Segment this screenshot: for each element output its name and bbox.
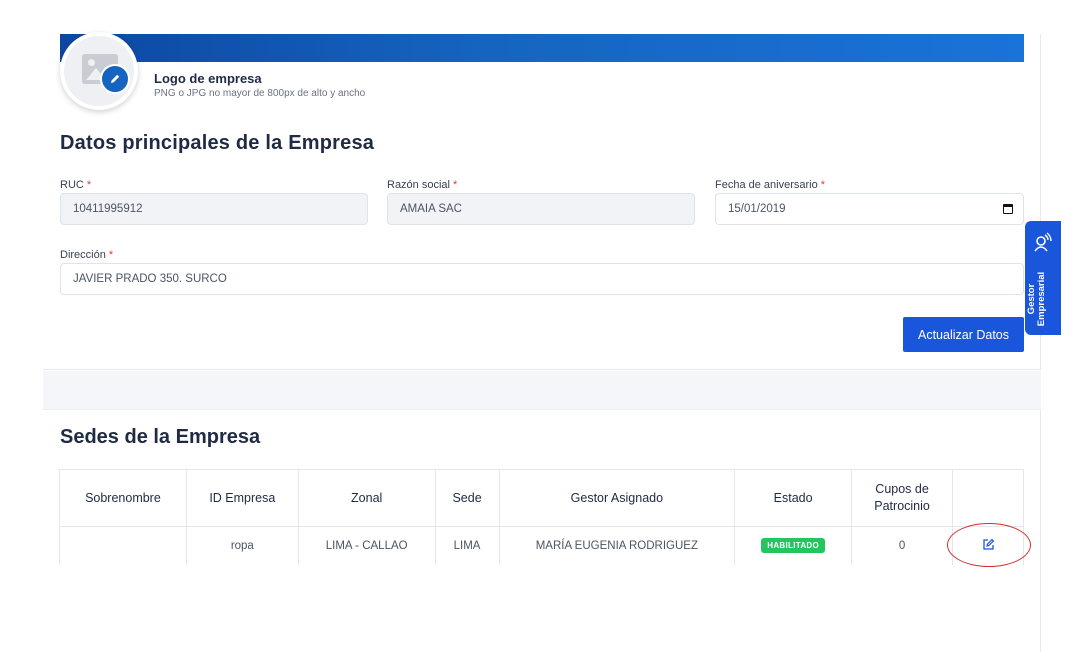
cell-estado: HABILITADO — [734, 526, 853, 565]
direccion-label: Dirección * — [60, 249, 114, 261]
razon-social-label: Razón social * — [387, 179, 458, 191]
logo-subtitle: PNG o JPG no mayor de 800px de alto y an… — [154, 88, 366, 99]
ruc-label: RUC * — [60, 179, 92, 191]
column-header: Sobrenombre — [59, 469, 187, 527]
cell-sobrenombre — [59, 526, 187, 565]
gestor-empresarial-tab[interactable]: Gestor Empresarial — [1025, 221, 1061, 335]
direccion-field[interactable]: JAVIER PRADO 350. SURCO — [60, 263, 1024, 295]
cell-gestor: MARÍA EUGENIA RODRIGUEZ — [498, 526, 736, 565]
table-row: ropa LIMA - CALLAO LIMA MARÍA EUGENIA RO… — [59, 526, 1024, 565]
page: Logo de empresa PNG o JPG no mayor de 80… — [0, 0, 1082, 652]
column-header: Cupos de Patrocinio — [851, 469, 954, 527]
column-header: Sede — [434, 469, 500, 527]
section-title-sedes: Sedes de la Empresa — [60, 426, 261, 448]
cell-sede: LIMA — [434, 526, 500, 565]
header-banner — [60, 34, 1024, 62]
section-separator — [43, 371, 1041, 409]
actualizar-datos-button[interactable]: Actualizar Datos — [903, 317, 1024, 352]
column-header: Gestor Asignado — [498, 469, 736, 527]
column-header: Zonal — [297, 469, 436, 527]
ruc-field[interactable]: 10411995912 — [60, 193, 368, 225]
column-header: ID Empresa — [185, 469, 299, 527]
sedes-table: Sobrenombre ID Empresa Zonal Sede Gestor… — [59, 469, 1024, 565]
cell-id-empresa: ropa — [185, 526, 299, 565]
logo-title: Logo de empresa — [154, 71, 262, 86]
cell-zonal: LIMA - CALLAO — [297, 526, 436, 565]
status-badge: HABILITADO — [761, 538, 825, 554]
section-title-datos: Datos principales de la Empresa — [60, 132, 375, 154]
fecha-value: 15/01/2019 — [728, 203, 786, 215]
fecha-label: Fecha de aniversario * — [715, 179, 826, 191]
column-header — [952, 469, 1024, 527]
column-header: Estado — [734, 469, 853, 527]
table-header-row: Sobrenombre ID Empresa Zonal Sede Gestor… — [59, 469, 1024, 527]
gestor-icon — [1034, 232, 1052, 252]
razon-social-field[interactable]: AMAIA SAC — [387, 193, 695, 225]
fecha-aniversario-field[interactable]: 15/01/2019 — [715, 193, 1024, 225]
annotation-circle — [947, 523, 1031, 567]
gestor-empresarial-label: Gestor Empresarial — [1026, 271, 1047, 327]
calendar-icon[interactable] — [1003, 204, 1013, 214]
cell-cupos: 0 — [851, 526, 954, 565]
pencil-icon[interactable] — [100, 64, 130, 94]
